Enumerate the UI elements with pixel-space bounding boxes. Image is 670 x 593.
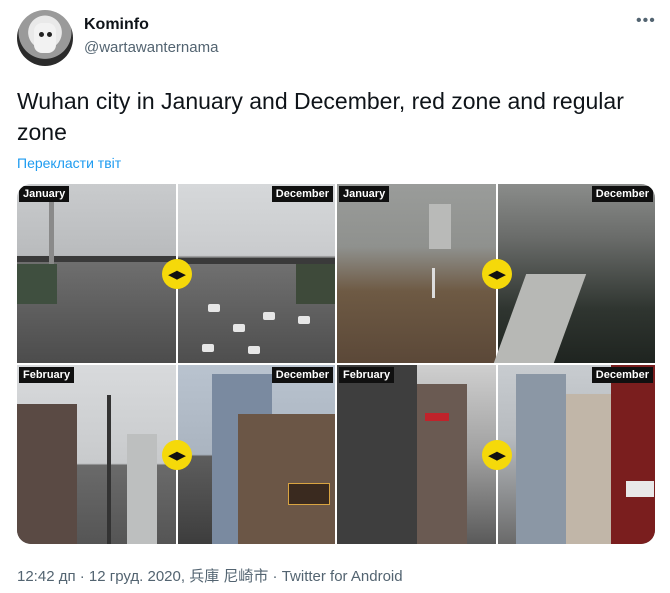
photo-1-right-image — [176, 184, 335, 363]
building — [611, 365, 655, 544]
photo-1[interactable]: January December ◀▶ — [17, 184, 335, 363]
avatar-eye-left — [39, 32, 44, 37]
label-before: February — [339, 367, 395, 383]
trees — [296, 264, 335, 304]
car — [263, 312, 275, 320]
compare-slider-handle[interactable]: ◀▶ — [162, 440, 192, 470]
author-handle[interactable]: @wartawanternama — [84, 39, 218, 56]
car — [202, 344, 214, 352]
more-options-icon[interactable]: ••• — [636, 12, 656, 30]
translate-tweet-link[interactable]: Перекласти твіт — [17, 155, 121, 171]
tweet-metadata[interactable]: 12:42 дп · 12 груд. 2020, 兵庫 尼崎市 · Twitt… — [17, 565, 403, 586]
walkway — [493, 274, 587, 363]
building — [127, 434, 157, 544]
label-after: December — [271, 186, 333, 202]
compare-slider-handle[interactable]: ◀▶ — [482, 440, 512, 470]
author-name[interactable]: Kominfo — [84, 16, 149, 34]
compare-slider-handle[interactable]: ◀▶ — [482, 259, 512, 289]
shop-sign — [288, 483, 330, 505]
avatar[interactable] — [17, 10, 73, 66]
car — [298, 316, 310, 324]
photo-4-right-image — [496, 365, 655, 544]
photo-1-left-image — [17, 184, 176, 363]
photo-grid: January December ◀▶ January December ◀▶ … — [17, 184, 655, 544]
utility-pole — [107, 395, 111, 544]
photo-4[interactable]: February December ◀▶ — [337, 365, 655, 544]
label-after: December — [591, 186, 653, 202]
building — [566, 394, 611, 544]
car — [208, 304, 220, 312]
tower-building — [429, 204, 451, 249]
trees — [17, 264, 57, 304]
tweet-text: Wuhan city in January and December, red … — [17, 88, 624, 145]
photo-3-left-image — [17, 365, 176, 544]
lamp-post — [432, 268, 435, 298]
label-after: December — [271, 367, 333, 383]
compare-slider-handle[interactable]: ◀▶ — [162, 259, 192, 289]
car — [248, 346, 260, 354]
avatar-mask-shape — [34, 23, 56, 53]
label-before: January — [19, 186, 70, 202]
building — [516, 374, 566, 544]
building — [17, 404, 77, 544]
store-sign — [626, 481, 654, 497]
building — [238, 414, 335, 544]
avatar-eye-right — [47, 32, 52, 37]
photo-3[interactable]: February December ◀▶ — [17, 365, 335, 544]
car — [233, 324, 245, 332]
photo-2[interactable]: January December ◀▶ — [337, 184, 655, 363]
photo-4-left-image — [337, 365, 496, 544]
overpass — [17, 256, 176, 262]
label-before: February — [19, 367, 75, 383]
building — [337, 365, 417, 544]
label-after: December — [591, 367, 653, 383]
building — [417, 384, 467, 544]
photo-2-left-image — [337, 184, 496, 363]
photo-3-right-image — [176, 365, 335, 544]
label-before: January — [339, 186, 390, 202]
photo-2-right-image — [493, 184, 655, 363]
store-sign — [425, 413, 449, 421]
